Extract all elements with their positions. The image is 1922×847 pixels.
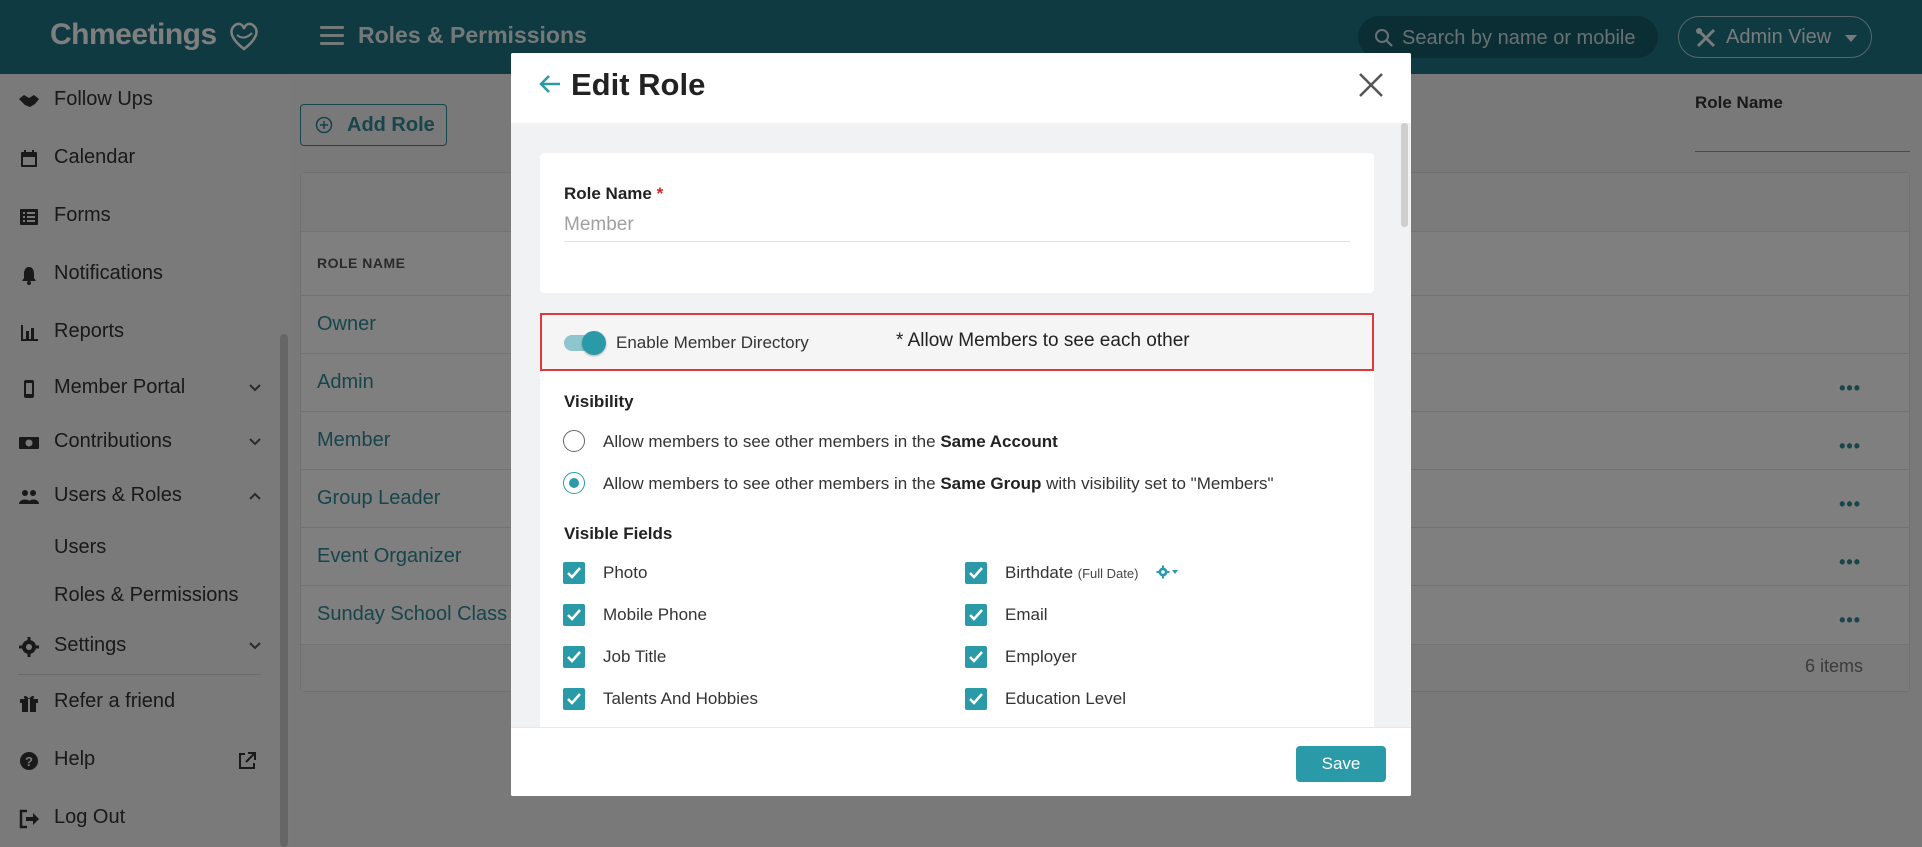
radio-text-pre: Allow members to see other members in th… [603,432,941,451]
modal-footer: Save [511,727,1411,796]
visible-fields-title: Visible Fields [564,524,673,543]
radio-label-same-group[interactable]: Allow members to see other members in th… [603,474,1274,494]
role-name-label: Role Name * [564,184,663,204]
enable-directory-toggle[interactable] [564,331,606,355]
field-label-birthdate[interactable]: Birthdate (Full Date) [1005,563,1138,583]
radio-label-same-account[interactable]: Allow members to see other members in th… [603,432,1058,452]
enable-member-directory-row: Enable Member Directory * Allow Members … [540,313,1374,371]
birthdate-text: Birthdate [1005,563,1074,582]
checkbox-birthdate[interactable] [965,562,987,584]
checkbox-mobile-phone[interactable] [563,604,585,626]
modal-scrollbar[interactable] [1401,123,1408,227]
checkbox-talents-hobbies[interactable] [563,688,585,710]
required-mark: * [656,184,664,203]
checkbox-photo[interactable] [563,562,585,584]
birthdate-note: (Full Date) [1077,566,1139,581]
modal-body[interactable]: Role Name * Enable Member Directory * Al… [511,123,1411,743]
role-name-card: Role Name * [540,153,1374,293]
field-label-photo[interactable]: Photo [603,563,647,583]
check-icon [567,567,581,579]
radio-text-bold: Same Group [940,474,1042,493]
checkbox-job-title[interactable] [563,646,585,668]
check-icon [969,693,983,705]
field-label-mobile-phone[interactable]: Mobile Phone [603,605,707,625]
check-icon [567,609,581,621]
field-label-job-title[interactable]: Job Title [603,647,666,667]
close-icon[interactable] [1357,71,1385,99]
check-icon [969,609,983,621]
field-label-education-level[interactable]: Education Level [1005,689,1126,709]
radio-text-post: with visibility set to "Members" [1041,474,1274,493]
directory-note: * Allow Members to see each other [896,330,1190,351]
radio-text-bold: Same Account [940,432,1058,451]
modal-header: Edit Role [511,53,1411,123]
radio-text-pre: Allow members to see other members in th… [603,474,941,493]
gear-dropdown-icon[interactable] [1156,565,1180,579]
field-label-talents-hobbies[interactable]: Talents And Hobbies [603,689,758,709]
checkbox-education-level[interactable] [965,688,987,710]
save-button[interactable]: Save [1296,746,1386,782]
check-icon [969,651,983,663]
radio-same-account[interactable] [563,430,585,452]
role-name-input[interactable] [564,209,1350,242]
enable-directory-label: Enable Member Directory [616,333,809,352]
visibility-title: Visibility [564,392,634,411]
check-icon [567,693,581,705]
check-icon [969,567,983,579]
field-label-employer[interactable]: Employer [1005,647,1077,667]
check-icon [567,651,581,663]
edit-role-modal: Edit Role Role Name * Enable Member Dire… [511,53,1411,796]
modal-title: Edit Role [571,67,706,102]
role-name-label-text: Role Name [564,184,652,203]
field-label-email[interactable]: Email [1005,605,1048,625]
back-arrow-icon[interactable] [537,71,563,97]
checkbox-employer[interactable] [965,646,987,668]
checkbox-email[interactable] [965,604,987,626]
radio-same-group[interactable] [563,472,585,494]
